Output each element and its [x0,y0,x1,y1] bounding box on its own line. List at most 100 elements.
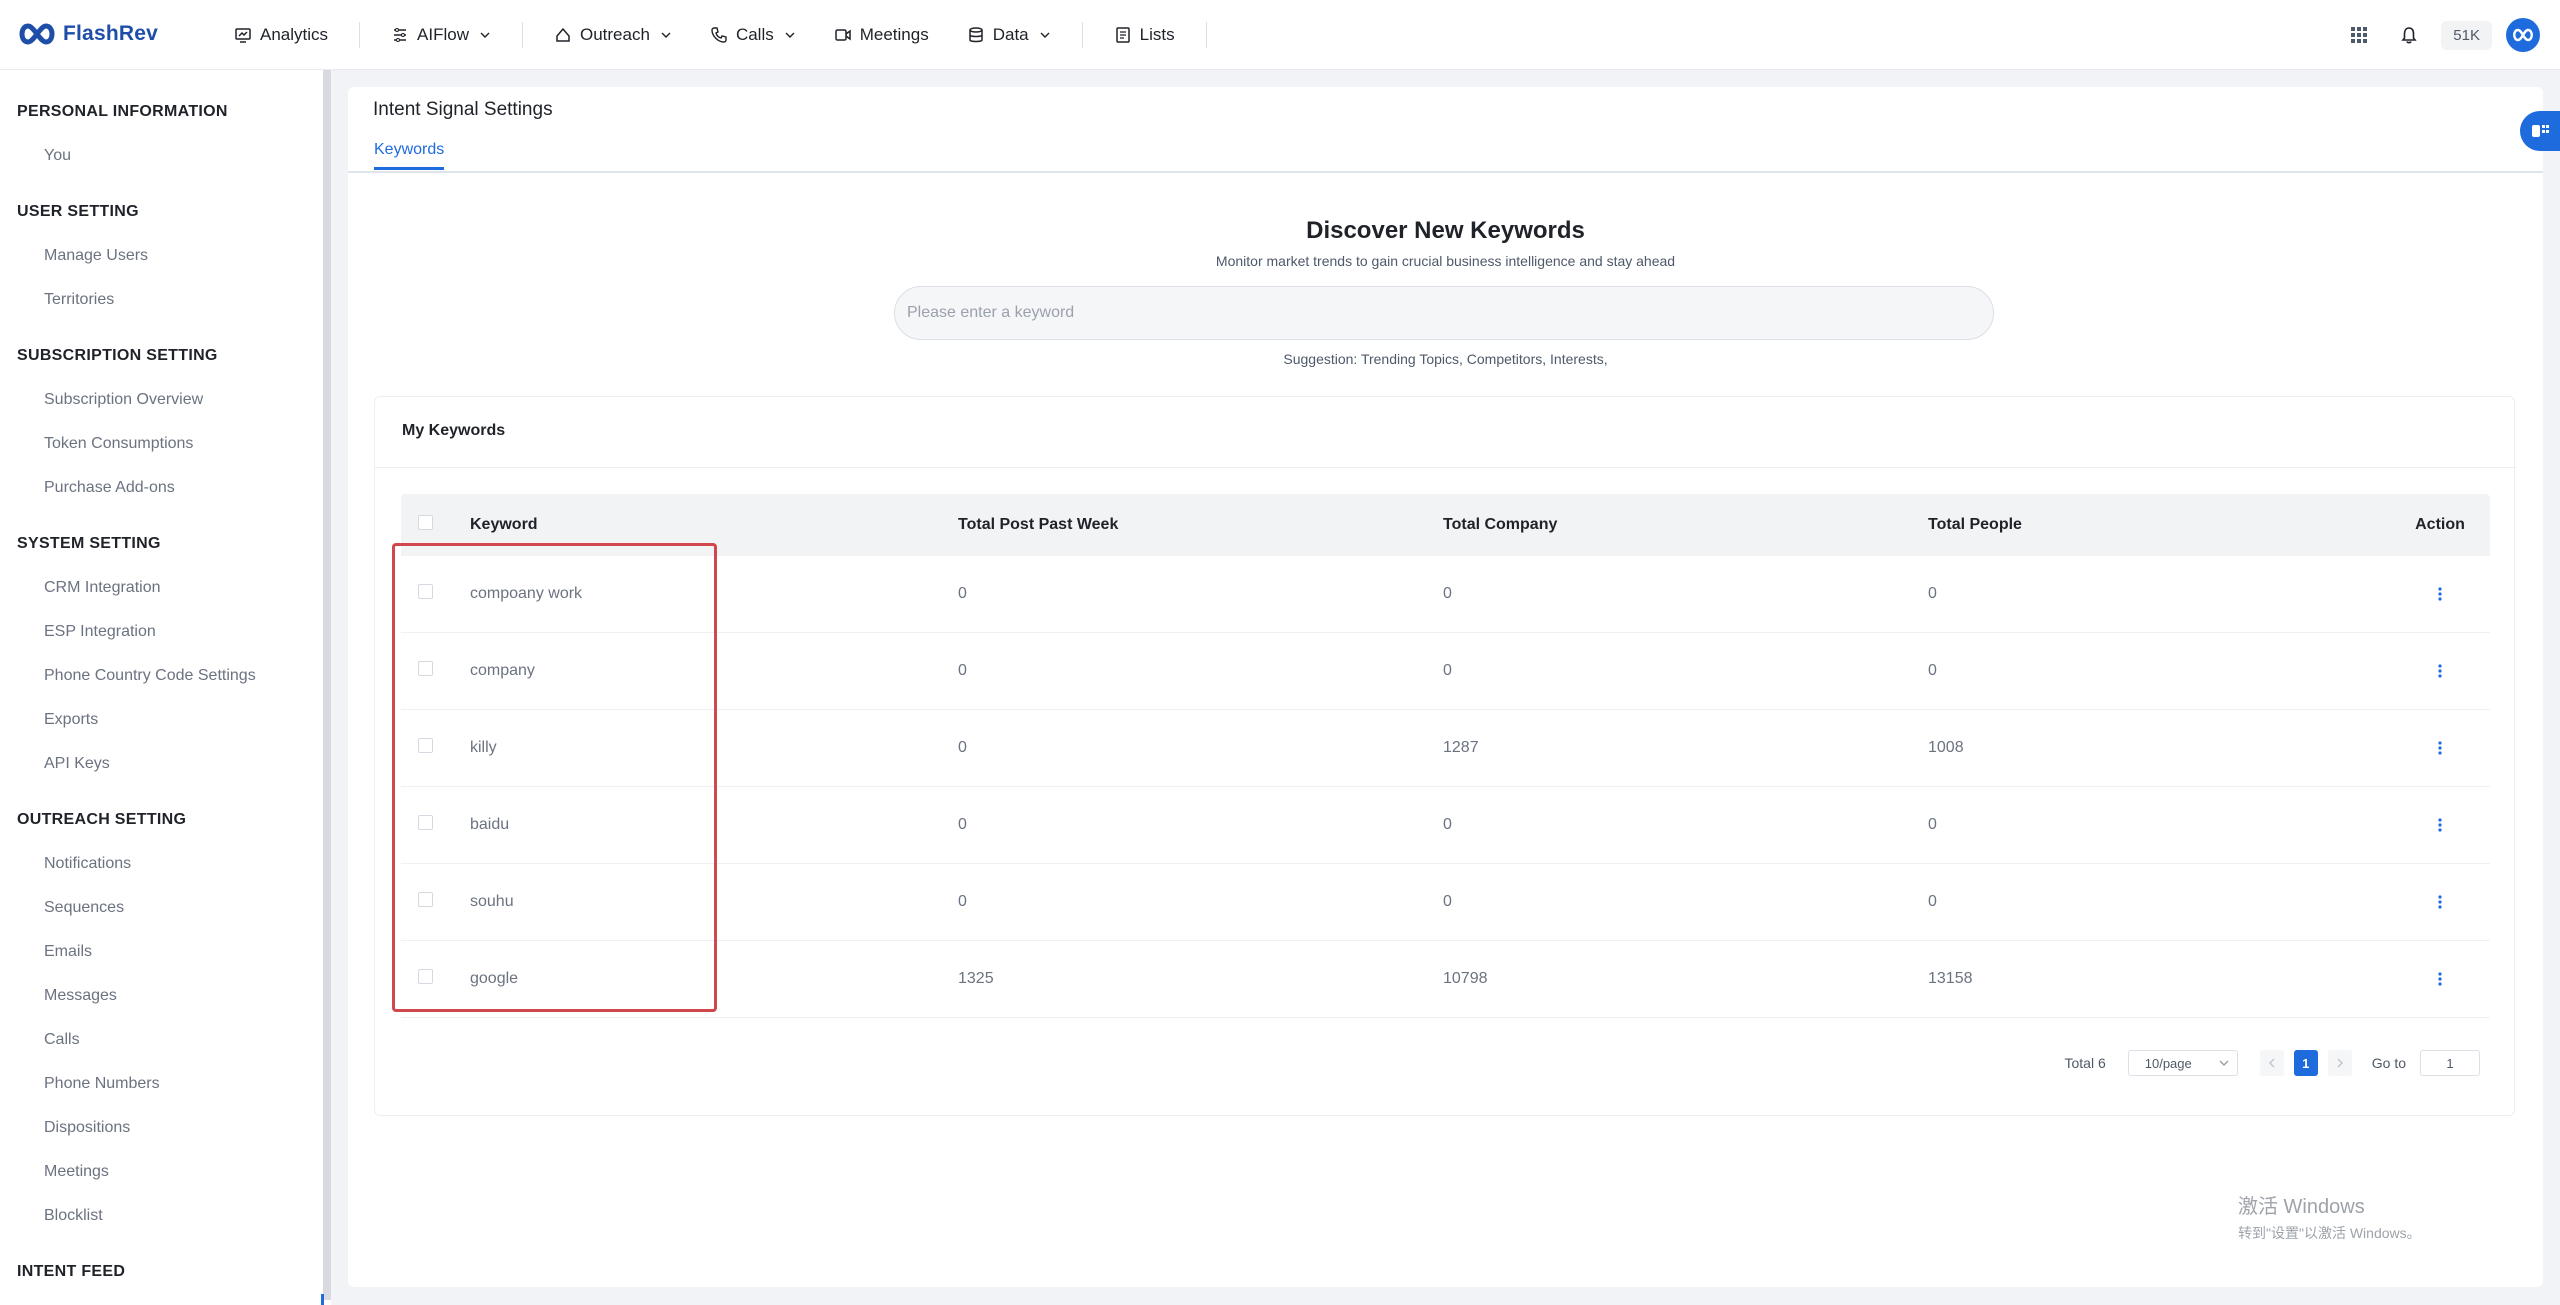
posts-cell: 0 [958,662,967,679]
sidebar-item-purchase-add-ons[interactable]: Purchase Add-ons [17,479,175,499]
sidebar-section-title: PERSONAL INFORMATION [17,103,228,120]
sidebar-scrollbar[interactable] [323,70,331,1300]
sidebar-item-crm-integration[interactable]: CRM Integration [17,579,161,599]
people-cell: 0 [1928,893,1937,910]
row-action-button[interactable] [2430,813,2450,837]
sidebar-item-exports[interactable]: Exports [17,711,98,731]
row-action-button[interactable] [2430,659,2450,683]
video-icon [834,29,851,41]
row-checkbox[interactable] [418,892,433,907]
keyword-input[interactable] [895,287,1993,339]
sidebar-item-meetings[interactable]: Meetings [17,1163,109,1183]
settings-sidebar: PERSONAL INFORMATION You USER SETTING Manag… [0,70,331,1305]
discover-title: Discover New Keywords [1306,217,1585,244]
nav-separator [1205,22,1207,48]
chevron-left-icon [2268,1058,2275,1068]
row-checkbox[interactable] [418,661,433,676]
sidebar-item-blocklist[interactable]: Blocklist [17,1207,103,1227]
tab-keywords[interactable]: Keywords [374,141,445,170]
floating-assistant-button[interactable] [2520,111,2560,151]
sidebar-item-you[interactable]: You [17,147,71,167]
row-checkbox[interactable] [418,969,433,984]
table-row: google 1325 10798 13158 [401,941,2490,1018]
page-size-value: 10/page [2144,1055,2192,1071]
infinity-logo-icon [19,23,55,45]
row-checkbox[interactable] [418,584,433,599]
sidebar-item-dispositions[interactable]: Dispositions [17,1119,130,1139]
nav-item-data[interactable]: Data [948,0,1070,70]
sidebar-item-subscription-overview[interactable]: Subscription Overview [17,391,203,411]
credits-badge[interactable]: 51K [2441,20,2492,50]
keyword-suggestion: Suggestion: Trending Topics, Competitors… [1283,351,1608,367]
table-row: killy 0 1287 1008 [401,710,2490,787]
sidebar-item-messages[interactable]: Messages [17,987,117,1007]
sidebar-item-notifications[interactable]: Notifications [17,855,131,875]
row-action-button[interactable] [2430,582,2450,606]
keyword-cell: killy [470,739,497,756]
sidebar-section-title: SUBSCRIPTION SETTING [17,347,218,364]
column-header-action: Action [2415,516,2465,533]
keyword-cell: baidu [470,816,510,833]
row-checkbox[interactable] [418,738,433,753]
sidebar-item-emails[interactable]: Emails [17,943,92,963]
sidebar-section-title: INTENT FEED [17,1263,126,1280]
nav-item-aiflow[interactable]: AIFlow [372,0,510,70]
notifications-button[interactable] [2391,17,2427,53]
sidebar-item-esp-integration[interactable]: ESP Integration [17,623,156,643]
sidebar-item-api-keys[interactable]: API Keys [17,755,110,775]
nav-label: Data [992,25,1029,44]
page-number-button[interactable]: 1 [2293,1050,2318,1076]
nav-label: AIFlow [417,25,469,44]
avatar[interactable] [2506,18,2540,52]
sidebar-section-title: USER SETTING [17,203,139,220]
prev-page-button[interactable] [2259,1050,2284,1076]
flashrev-logo[interactable]: FlashRev [17,20,158,48]
nav-item-analytics[interactable]: Analytics [215,0,347,70]
sidebar-item-territories[interactable]: Territories [17,291,114,311]
watermark-line2: 转到"设置"以激活 Windows。 [2238,1225,2421,1241]
chevron-down-icon [2219,1060,2229,1066]
chevron-down-icon [785,32,795,38]
row-action-button[interactable] [2430,967,2450,991]
sidebar-item-sequences[interactable]: Sequences [17,899,124,919]
sidebar-item-token-consumptions[interactable]: Token Consumptions [17,435,193,455]
discover-subtitle: Monitor market trends to gain crucial bu… [1215,253,1676,269]
row-checkbox[interactable] [418,815,433,830]
nav-item-outreach[interactable]: Outreach [535,0,691,70]
nav-item-lists[interactable]: Lists [1095,0,1194,70]
widget-icon [2532,125,2549,137]
sidebar-item-manage-users[interactable]: Manage Users [17,247,148,267]
people-cell: 1008 [1928,739,1964,756]
total-count: Total 6 [2064,1055,2106,1071]
posts-cell: 0 [958,816,967,833]
next-page-button[interactable] [2327,1050,2352,1076]
analytics-icon [235,28,251,43]
keyword-search-box [894,286,1994,340]
row-action-button[interactable] [2430,890,2450,914]
nav-separator [359,22,361,48]
sidebar-item-phone-numbers[interactable]: Phone Numbers [17,1075,160,1095]
tab-bar: Keywords [348,141,2543,173]
brand-name: FlashRev [63,22,158,45]
nav-item-meetings[interactable]: Meetings [815,0,948,70]
keyword-cell: google [470,970,519,987]
goto-page-input[interactable] [2420,1050,2480,1076]
nav-item-calls[interactable]: Calls [691,0,815,70]
nav-label: Outreach [580,25,650,44]
app-grid-button[interactable] [2341,17,2377,53]
phone-icon [711,27,727,43]
company-cell: 10798 [1443,970,1488,987]
page-size-select[interactable]: 10/page [2127,1050,2238,1076]
nav-label: Lists [1139,25,1175,44]
keywords-table: Keyword Total Post Past Week Total Compa… [401,494,2490,1018]
nav-label: Meetings [859,25,929,44]
people-cell: 0 [1928,585,1937,602]
sidebar-item-phone-country-code-settings[interactable]: Phone Country Code Settings [17,667,256,687]
outreach-icon [556,27,570,42]
row-action-button[interactable] [2430,736,2450,760]
sidebar-item-calls[interactable]: Calls [17,1031,80,1051]
table-row: compoany work 0 0 0 [401,556,2490,633]
nav-label: Analytics [260,25,329,44]
more-vertical-icon [2438,586,2442,601]
select-all-checkbox[interactable] [418,515,433,530]
